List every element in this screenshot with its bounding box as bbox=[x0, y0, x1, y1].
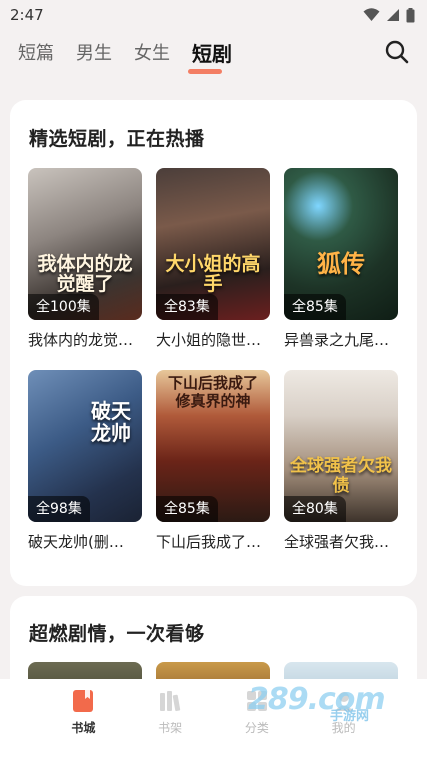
book-icon bbox=[73, 690, 94, 712]
nav-bookstore[interactable]: 书城 bbox=[53, 689, 113, 759]
drama-item[interactable]: 全球强者欠我债 全80集 全球强者欠我… bbox=[284, 370, 398, 552]
signal-icon bbox=[387, 9, 399, 21]
cover-title: 破天龙帅 bbox=[91, 399, 131, 445]
cover-title: 全球强者欠我债 bbox=[290, 456, 392, 496]
active-tab-indicator bbox=[188, 68, 222, 74]
drama-title[interactable]: 异兽录之九尾… bbox=[284, 329, 398, 350]
drama-cover[interactable]: 大小姐的高手 全83集 bbox=[156, 168, 270, 320]
drama-item[interactable]: 狐传 全85集 异兽录之九尾… bbox=[284, 168, 398, 350]
episode-badge: 全80集 bbox=[284, 496, 346, 522]
drama-cover[interactable]: 我体内的龙觉醒了 全100集 bbox=[28, 168, 142, 320]
episode-badge: 全85集 bbox=[156, 496, 218, 522]
nav-label: 书架 bbox=[158, 721, 183, 735]
drama-title[interactable]: 我体内的龙觉… bbox=[28, 329, 142, 350]
wifi-icon bbox=[363, 8, 380, 21]
status-bar: 2:47 bbox=[0, 0, 427, 30]
episode-badge: 全83集 bbox=[156, 294, 218, 320]
drama-item[interactable]: 下山后我成了修真界的神 全85集 下山后我成了… bbox=[156, 370, 270, 552]
battery-icon bbox=[406, 7, 415, 22]
tab-short-drama[interactable]: 短剧 bbox=[188, 38, 232, 74]
status-time: 2:47 bbox=[10, 6, 44, 24]
episode-badge: 全100集 bbox=[28, 294, 99, 320]
tab-short-drama-label: 短剧 bbox=[192, 41, 232, 66]
section-title: 超燃剧情，一次看够 bbox=[29, 623, 205, 645]
watermark-logo: 289.com bbox=[248, 682, 408, 722]
drama-cover[interactable]: 狐传 全85集 bbox=[284, 168, 398, 320]
status-icons bbox=[363, 7, 415, 23]
section-title: 精选短剧，正在热播 bbox=[29, 128, 205, 150]
drama-title[interactable]: 大小姐的隐世… bbox=[156, 329, 270, 350]
drama-cover[interactable]: 全球强者欠我债 全80集 bbox=[284, 370, 398, 522]
watermark-subtext: 手游网 bbox=[330, 709, 370, 724]
drama-item[interactable]: 我体内的龙觉醒了 全100集 我体内的龙觉… bbox=[28, 168, 142, 350]
category-tabs: 短篇 男生 女生 短剧 bbox=[0, 32, 427, 74]
cover-title: 下山后我成了修真界的神 bbox=[167, 374, 258, 410]
drama-title[interactable]: 全球强者欠我… bbox=[284, 531, 398, 552]
drama-item[interactable]: 大小姐的高手 全83集 大小姐的隐世… bbox=[156, 168, 270, 350]
drama-grid: 我体内的龙觉醒了 全100集 我体内的龙觉… 大小姐的高手 全83集 大小姐的隐… bbox=[28, 168, 398, 552]
drama-item[interactable]: 破天龙帅 全98集 破天龙帅(删… bbox=[28, 370, 142, 552]
search-icon[interactable] bbox=[383, 38, 411, 66]
cover-title: 狐传 bbox=[317, 249, 365, 278]
cover-title: 我体内的龙觉醒了 bbox=[37, 253, 133, 295]
nav-label: 书城 bbox=[71, 721, 96, 735]
drama-cover[interactable]: 下山后我成了修真界的神 全85集 bbox=[156, 370, 270, 522]
featured-section: 精选短剧，正在热播 我体内的龙觉醒了 全100集 我体内的龙觉… 大小姐的高手 … bbox=[10, 100, 417, 586]
episode-badge: 全98集 bbox=[28, 496, 90, 522]
cover-title: 大小姐的高手 bbox=[165, 253, 261, 295]
nav-bookshelf[interactable]: 书架 bbox=[140, 689, 200, 759]
drama-title[interactable]: 破天龙帅(删… bbox=[28, 531, 142, 552]
bookshelf-icon bbox=[160, 691, 181, 712]
tab-short-story[interactable]: 短篇 bbox=[18, 39, 54, 65]
tab-female[interactable]: 女生 bbox=[134, 39, 170, 65]
tab-male[interactable]: 男生 bbox=[76, 39, 112, 65]
episode-badge: 全85集 bbox=[284, 294, 346, 320]
drama-cover[interactable]: 破天龙帅 全98集 bbox=[28, 370, 142, 522]
drama-title[interactable]: 下山后我成了… bbox=[156, 531, 270, 552]
